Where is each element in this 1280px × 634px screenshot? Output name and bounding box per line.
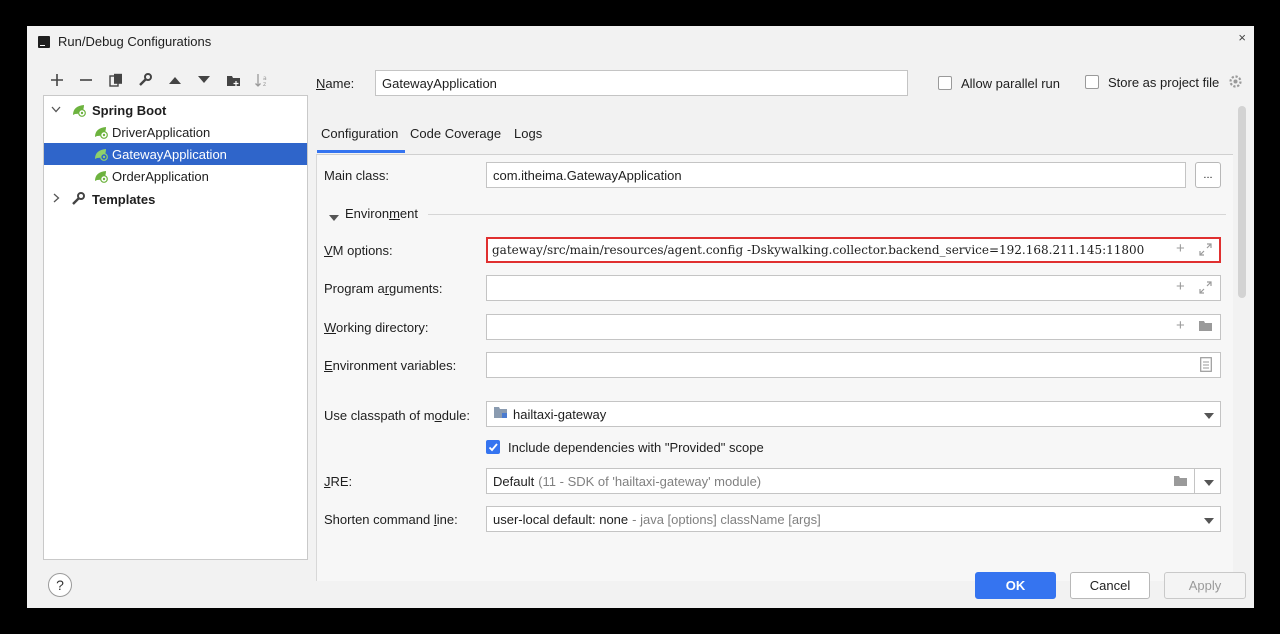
tree-item-label: GatewayApplication: [112, 147, 227, 162]
working-directory-label: Working directory:: [324, 320, 429, 335]
classpath-select[interactable]: hailtaxi-gateway: [486, 401, 1221, 427]
tree-group-spring-boot[interactable]: Spring Boot: [44, 99, 307, 121]
tree-item-label: OrderApplication: [112, 169, 209, 184]
gear-icon[interactable]: [1228, 74, 1243, 92]
ok-button[interactable]: OK: [975, 572, 1056, 599]
scrollbar-thumb[interactable]: [1238, 106, 1246, 298]
run-debug-dialog: Run/Debug Configurations × az Spring Boo…: [27, 26, 1254, 608]
spring-boot-icon: [93, 169, 108, 183]
browse-button[interactable]: ...: [1195, 162, 1221, 188]
jre-select[interactable]: Default (11 - SDK of 'hailtaxi-gateway' …: [486, 468, 1221, 494]
name-label: Name:: [316, 76, 355, 91]
environment-variables-label: Environment variables:: [324, 358, 457, 373]
remove-icon[interactable]: [76, 70, 96, 90]
dropdown-arrow-icon[interactable]: [1204, 518, 1214, 524]
tree-item-label: DriverApplication: [112, 125, 211, 140]
wrench-icon[interactable]: [135, 70, 155, 90]
move-up-icon[interactable]: [165, 70, 185, 90]
wrench-icon: [71, 192, 86, 205]
classpath-label: Use classpath of module:: [324, 408, 470, 423]
add-icon[interactable]: [47, 70, 67, 90]
name-input[interactable]: GatewayApplication: [375, 70, 908, 96]
include-deps-checkbox[interactable]: [486, 440, 500, 454]
plus-icon[interactable]: +: [1176, 278, 1185, 295]
shorten-hint: - java [options] className [args]: [632, 511, 821, 527]
cancel-button[interactable]: Cancel: [1070, 572, 1150, 599]
allow-parallel-checkbox[interactable]: [938, 76, 952, 90]
tree-item-driver-application[interactable]: DriverApplication: [44, 121, 307, 143]
main-class-label: Main class:: [324, 168, 390, 183]
expand-icon[interactable]: [1199, 281, 1212, 297]
spring-boot-icon: [93, 125, 108, 139]
active-tab-indicator: [317, 150, 405, 153]
expand-icon[interactable]: [1199, 243, 1212, 259]
svg-text:z: z: [263, 81, 266, 87]
environment-variables-input[interactable]: [486, 352, 1221, 378]
tree-item-order-application[interactable]: OrderApplication: [44, 165, 307, 187]
main-class-input[interactable]: com.itheima.GatewayApplication: [486, 162, 1186, 188]
allow-parallel-label: Allow parallel run: [961, 76, 1060, 91]
spring-boot-icon: [93, 147, 108, 161]
dropdown-arrow-icon[interactable]: [1204, 413, 1214, 419]
document-icon[interactable]: [1200, 357, 1212, 375]
store-project-label: Store as project file: [1108, 75, 1220, 90]
dropdown-arrow-icon[interactable]: [1204, 480, 1214, 486]
help-button[interactable]: ?: [48, 573, 72, 597]
working-directory-input[interactable]: [486, 314, 1221, 340]
jre-hint: (11 - SDK of 'hailtaxi-gateway' module): [538, 473, 762, 489]
title-bar: Run/Debug Configurations ×: [27, 26, 1254, 56]
include-deps-label: Include dependencies with "Provided" sco…: [508, 440, 764, 455]
vm-options-input[interactable]: gateway/src/main/resources/agent.config …: [486, 237, 1221, 263]
classpath-value: hailtaxi-gateway: [513, 406, 607, 422]
spring-boot-icon: [71, 103, 86, 117]
program-arguments-label: Program arguments:: [324, 281, 443, 296]
plus-icon[interactable]: +: [1176, 317, 1185, 334]
environment-section-label: Environment: [345, 206, 418, 221]
copy-icon[interactable]: [106, 70, 126, 90]
tab-logs[interactable]: Logs: [514, 126, 542, 141]
chevron-down-icon[interactable]: [50, 103, 62, 115]
section-divider: [428, 214, 1226, 215]
configuration-tree: Spring Boot DriverApplication GatewayApp…: [43, 95, 308, 560]
move-down-icon[interactable]: [194, 70, 214, 90]
tree-group-label: Spring Boot: [92, 103, 167, 118]
jre-divider: [1194, 469, 1195, 493]
tree-group-templates[interactable]: Templates: [44, 188, 307, 210]
folder-icon[interactable]: [223, 70, 243, 90]
tree-item-gateway-application[interactable]: GatewayApplication: [44, 143, 307, 165]
tree-group-label: Templates: [92, 192, 156, 207]
jre-value: Default: [493, 473, 535, 489]
main-class-value: com.itheima.GatewayApplication: [493, 167, 682, 183]
vm-options-value: gateway/src/main/resources/agent.config …: [492, 243, 1145, 257]
collapse-triangle-icon[interactable]: [329, 210, 339, 225]
sort-icon[interactable]: az: [252, 70, 272, 90]
shorten-command-label: Shorten command line:: [324, 512, 458, 527]
close-button[interactable]: ×: [1238, 30, 1246, 45]
tab-code-coverage[interactable]: Code Coverage: [410, 126, 501, 141]
plus-icon[interactable]: +: [1176, 240, 1185, 257]
module-icon: [493, 406, 508, 422]
store-project-checkbox[interactable]: [1085, 75, 1099, 89]
vm-options-label: VM options:: [324, 243, 393, 258]
folder-icon[interactable]: [1173, 475, 1188, 490]
program-arguments-input[interactable]: [486, 275, 1221, 301]
folder-icon[interactable]: [1198, 320, 1213, 335]
intellij-app-icon: [38, 36, 50, 48]
name-value: GatewayApplication: [382, 75, 497, 91]
shorten-value: user-local default: none: [493, 511, 629, 527]
chevron-right-icon[interactable]: [50, 192, 62, 204]
apply-button[interactable]: Apply: [1164, 572, 1246, 599]
window-title: Run/Debug Configurations: [58, 34, 212, 49]
tab-configuration[interactable]: Configuration: [321, 126, 398, 141]
jre-label: JRE:: [324, 474, 353, 489]
shorten-command-select[interactable]: user-local default: none - java [options…: [486, 506, 1221, 532]
